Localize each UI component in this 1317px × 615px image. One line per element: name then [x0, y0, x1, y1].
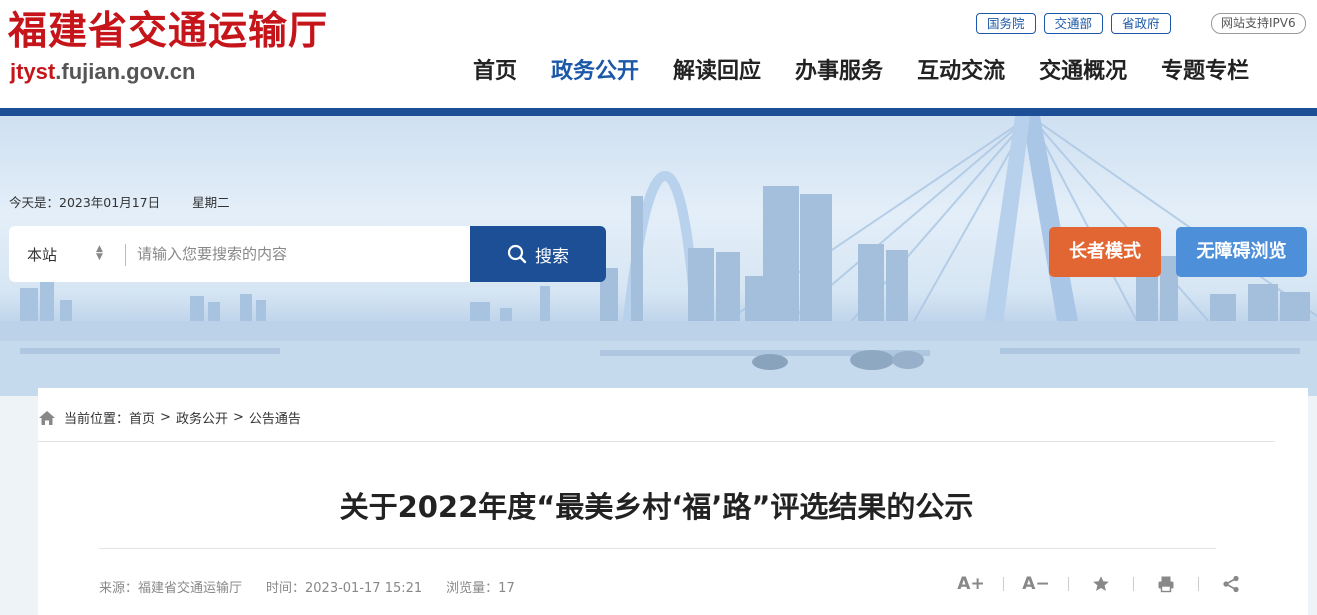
article-card: 当前位置： 首页 > 政务公开 > 公告通告 关于2022年度“最美乡村‘福’路…	[38, 388, 1308, 615]
article-title: 关于2022年度“最美乡村‘福’路”评选结果的公示	[339, 490, 974, 524]
breadcrumb-separator: >	[160, 410, 171, 425]
breadcrumb: 当前位置： 首页 > 政务公开 > 公告通告	[38, 408, 301, 427]
site-header: 福建省交通运输厅 jtyst.fujian.gov.cn 国务院 交通部 省政府…	[0, 0, 1317, 110]
search-divider	[125, 244, 126, 266]
font-smaller-button[interactable]: A−	[1021, 573, 1051, 595]
breadcrumb-divider	[38, 441, 1275, 442]
nav-special-topics[interactable]: 专题专栏	[1144, 55, 1266, 89]
article-meta: 来源：福建省交通运输厅 时间：2023-01-17 15:21 浏览量：17	[99, 577, 539, 596]
home-icon	[39, 410, 55, 425]
article-views: 浏览量：17	[446, 581, 515, 596]
article-time: 时间：2023-01-17 15:21	[266, 581, 423, 596]
nav-interaction[interactable]: 互动交流	[900, 55, 1022, 89]
search-button[interactable]: 搜索	[470, 226, 606, 282]
search-input[interactable]	[137, 236, 457, 272]
breadcrumb-government-affairs[interactable]: 政务公开	[176, 408, 228, 427]
elder-mode-button[interactable]: 长者模式	[1049, 227, 1161, 277]
search-button-label: 搜索	[535, 246, 569, 267]
print-icon[interactable]	[1151, 573, 1181, 595]
nav-services[interactable]: 办事服务	[778, 55, 900, 89]
search-scope-select[interactable]: 本站	[27, 244, 57, 265]
tool-divider	[1003, 577, 1004, 591]
domain-suffix: .fujian.gov.cn	[55, 59, 196, 84]
breadcrumb-announcements[interactable]: 公告通告	[249, 408, 301, 427]
article-tools: A+ A−	[956, 573, 1246, 595]
share-icon[interactable]	[1216, 573, 1246, 595]
top-links: 国务院 交通部 省政府	[976, 13, 1171, 34]
nav-government-affairs[interactable]: 政务公开	[534, 55, 656, 89]
tool-divider	[1133, 577, 1134, 591]
breadcrumb-home[interactable]: 首页	[129, 408, 155, 427]
tool-divider	[1198, 577, 1199, 591]
article-source: 来源：福建省交通运输厅	[99, 581, 243, 596]
tool-divider	[1068, 577, 1069, 591]
header-divider	[0, 108, 1317, 116]
breadcrumb-prefix: 当前位置：	[64, 412, 130, 427]
title-divider	[99, 548, 1216, 549]
star-icon[interactable]	[1086, 573, 1116, 595]
toplink-jiaotongbu[interactable]: 交通部	[1043, 13, 1104, 34]
weekday-label: 星期二	[192, 195, 230, 210]
nav-home[interactable]: 首页	[456, 55, 534, 89]
toplink-guowuyuan[interactable]: 国务院	[976, 13, 1036, 34]
main-nav: 首页 政务公开 解读回应 办事服务 互动交流 交通概况 专题专栏	[456, 55, 1266, 89]
nav-transport-overview[interactable]: 交通概况	[1022, 55, 1144, 89]
date-label: 今天是：2023年01月17日	[9, 195, 161, 210]
site-domain: jtyst.fujian.gov.cn	[10, 58, 195, 86]
ipv6-badge: 网站支持IPV6	[1211, 13, 1306, 34]
font-larger-button[interactable]: A+	[956, 573, 986, 595]
breadcrumb-separator: >	[232, 410, 244, 425]
site-logo-title[interactable]: 福建省交通运输厅	[8, 6, 328, 56]
domain-prefix: jtyst	[10, 59, 56, 84]
updown-arrow-icon[interactable]: ▲ ▼	[96, 245, 103, 262]
toplink-shengzhengfu[interactable]: 省政府	[1111, 13, 1171, 34]
search-bar: 本站 ▲ ▼	[9, 226, 471, 282]
search-icon	[507, 244, 527, 264]
current-date: 今天是：2023年01月17日 星期二	[9, 192, 230, 211]
nav-interpretation[interactable]: 解读回应	[656, 55, 778, 89]
accessible-browse-button[interactable]: 无障碍浏览	[1176, 227, 1307, 277]
